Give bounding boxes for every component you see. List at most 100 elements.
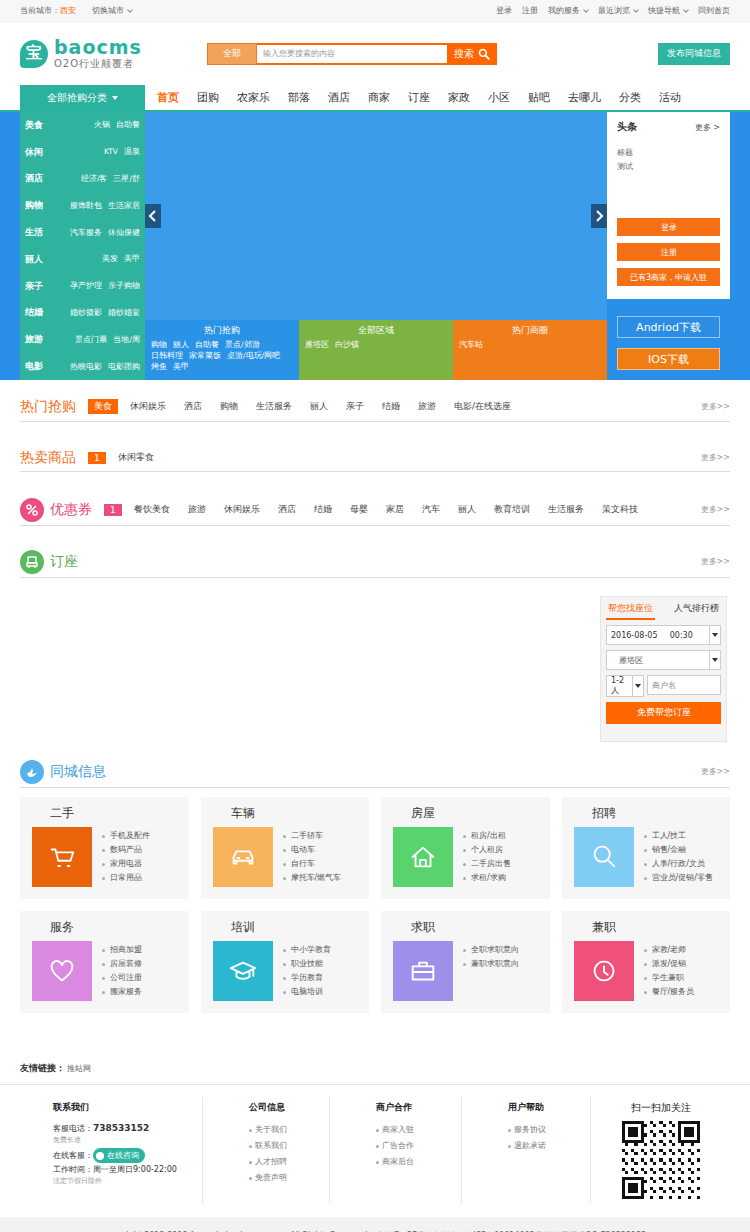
card-item[interactable]: 公司注册	[102, 971, 142, 985]
card-item[interactable]: 二手房出售	[463, 857, 511, 871]
nav-item[interactable]: 首页	[148, 90, 188, 105]
footer-link[interactable]: 退款承诺	[508, 1138, 590, 1154]
card-item[interactable]: 电动车	[283, 843, 342, 857]
footer-link[interactable]: 免责声明	[249, 1170, 329, 1186]
category-name[interactable]: 丽人	[25, 253, 43, 266]
card-item[interactable]: 电脑培训	[283, 985, 331, 999]
nav-item[interactable]: 商家	[359, 90, 399, 105]
download-button[interactable]: IOS下载	[617, 348, 720, 370]
category-row[interactable]: 美食 火锅自助餐	[20, 112, 145, 139]
category-name[interactable]: 美食	[25, 119, 43, 132]
footer-link[interactable]: 广告合作	[376, 1138, 461, 1154]
more-link[interactable]: 更多>>	[701, 556, 730, 567]
category-name[interactable]: 亲子	[25, 280, 43, 293]
download-button[interactable]: Andriod下载	[617, 316, 720, 338]
banner-slide[interactable]	[145, 112, 607, 320]
top-link[interactable]: 登录	[496, 5, 512, 16]
section-tab[interactable]: 生活服务	[250, 399, 298, 414]
panel-item[interactable]: 汽车站	[459, 340, 483, 350]
nav-item[interactable]: 团购	[188, 90, 228, 105]
section-tab[interactable]: 生活服务	[542, 502, 590, 517]
nav-item[interactable]: 订座	[399, 90, 439, 105]
card-item[interactable]: 全职求职意向	[463, 943, 519, 957]
category-row[interactable]: 休闲 KTV温泉	[20, 139, 145, 166]
category-sub[interactable]: 火锅	[94, 120, 110, 130]
category-sub[interactable]: 生活家居	[108, 201, 140, 211]
card-title[interactable]: 求职	[393, 919, 542, 936]
panel-item[interactable]: 雁塔区	[305, 340, 329, 350]
account-button[interactable]: 登录	[617, 218, 720, 236]
category-icon[interactable]	[213, 941, 273, 1001]
panel-item[interactable]: 家常菜饭	[189, 351, 221, 361]
top-link[interactable]: 回到首页	[698, 5, 730, 16]
booking-submit[interactable]: 免费帮您订座	[606, 702, 721, 724]
panel-item[interactable]: 购物	[151, 340, 167, 350]
card-item[interactable]: 家教/老师	[644, 943, 695, 957]
card-title[interactable]: 服务	[32, 919, 181, 936]
category-row[interactable]: 亲子 孕产护理亲子购物	[20, 273, 145, 300]
section-tab[interactable]: 酒店	[272, 502, 302, 517]
footer-link[interactable]: 关于我们	[249, 1122, 329, 1138]
category-icon[interactable]	[574, 941, 634, 1001]
publish-button[interactable]: 发布同城信息	[658, 43, 730, 65]
category-button[interactable]: 全部抢购分类	[20, 85, 145, 110]
panel-item[interactable]: 日韩料理	[151, 351, 183, 361]
nav-item[interactable]: 部落	[279, 90, 319, 105]
category-icon[interactable]	[32, 827, 92, 887]
footer-link[interactable]: 商家入驻	[376, 1122, 461, 1138]
card-item[interactable]: 个人租房	[463, 843, 511, 857]
category-name[interactable]: 酒店	[25, 172, 43, 185]
headline-item[interactable]: 测试	[617, 160, 720, 174]
section-tab[interactable]: 汽车	[416, 502, 446, 517]
headline-item[interactable]: 标题	[617, 146, 720, 160]
footer-link[interactable]: 服务协议	[508, 1122, 590, 1138]
section-tab[interactable]: 电影/在线选座	[448, 399, 517, 414]
chat-button[interactable]: 在线咨询	[93, 1148, 145, 1163]
card-item[interactable]: 招商加盟	[102, 943, 142, 957]
card-item[interactable]: 求租/求购	[463, 871, 511, 885]
card-item[interactable]: 职业技能	[283, 957, 331, 971]
section-tab[interactable]: 美食	[88, 399, 118, 414]
prev-button[interactable]	[145, 204, 161, 228]
card-item[interactable]: 租房/出租	[463, 829, 511, 843]
card-item[interactable]: 销售/金融	[644, 843, 713, 857]
friend-link[interactable]: 推站网	[67, 1063, 91, 1074]
nav-item[interactable]: 农家乐	[228, 90, 279, 105]
card-item[interactable]: 工人/技工	[644, 829, 713, 843]
category-sub[interactable]: 自助餐	[116, 120, 140, 130]
nav-item[interactable]: 分类	[610, 90, 650, 105]
search-input[interactable]	[257, 43, 447, 65]
category-sub[interactable]: 婚纱婚宴	[108, 308, 140, 318]
category-row[interactable]: 电影 热映电影电影团购	[20, 353, 145, 380]
card-item[interactable]: 家用电器	[102, 857, 150, 871]
card-item[interactable]: 数码产品	[102, 843, 150, 857]
section-tab[interactable]: 旅游	[182, 502, 212, 517]
card-item[interactable]: 派发/促销	[644, 957, 695, 971]
section-tab[interactable]: 亲子	[340, 399, 370, 414]
section-tab[interactable]: 购物	[214, 399, 244, 414]
card-item[interactable]: 学历教育	[283, 971, 331, 985]
card-title[interactable]: 二手	[32, 805, 181, 822]
more-link[interactable]: 更多>>	[701, 504, 730, 515]
category-row[interactable]: 旅游 景点门票当地/周	[20, 326, 145, 353]
card-title[interactable]: 房屋	[393, 805, 542, 822]
category-sub[interactable]: 亲子购物	[108, 281, 140, 291]
switch-city[interactable]: 切换城市	[92, 5, 132, 16]
current-city[interactable]: 西安	[60, 5, 76, 16]
date-select[interactable]: 2016-08-05 00:30	[606, 625, 721, 645]
section-tab[interactable]: 休闲娱乐	[218, 502, 266, 517]
panel-item[interactable]: 白沙镇	[335, 340, 359, 350]
card-item[interactable]: 人事/行政/文员	[644, 857, 713, 871]
card-item[interactable]: 营业员/促销/零售	[644, 871, 713, 885]
category-sub[interactable]: 婚纱摄影	[70, 308, 102, 318]
card-title[interactable]: 车辆	[213, 805, 362, 822]
category-sub[interactable]: 美甲	[124, 254, 140, 264]
card-item[interactable]: 学生兼职	[644, 971, 695, 985]
card-item[interactable]: 手机及配件	[102, 829, 150, 843]
card-title[interactable]: 招聘	[574, 805, 723, 822]
booking-tab[interactable]: 帮您找座位	[606, 601, 655, 620]
section-tab[interactable]: 丽人	[452, 502, 482, 517]
more-link[interactable]: 更多>>	[701, 401, 730, 412]
category-sub[interactable]: 汽车服务	[70, 228, 102, 238]
card-item[interactable]: 中小学教育	[283, 943, 331, 957]
